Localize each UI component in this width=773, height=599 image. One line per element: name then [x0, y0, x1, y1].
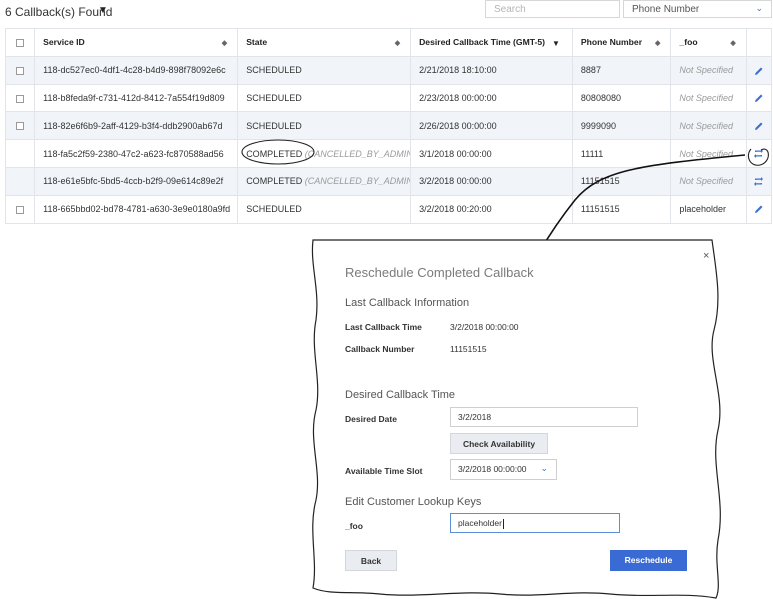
callback-number-label: Callback Number — [345, 344, 415, 354]
desired-date-input[interactable]: 3/2/2018 — [450, 407, 638, 427]
dialog-title: Reschedule Completed Callback — [345, 265, 534, 280]
check-availability-button[interactable]: Check Availability — [450, 433, 548, 454]
foo-key-value: placeholder — [458, 518, 502, 528]
foo-key-input[interactable]: placeholder — [450, 513, 620, 533]
desired-callback-section-title: Desired Callback Time — [345, 389, 456, 401]
time-slot-select[interactable]: 3/2/2018 00:00:00 ⌄ — [450, 459, 557, 480]
last-callback-time-label: Last Callback Time — [345, 322, 422, 332]
lookup-keys-section-title: Edit Customer Lookup Keys — [345, 496, 482, 508]
foo-key-label: _foo — [345, 521, 363, 531]
back-button[interactable]: Back — [345, 550, 397, 571]
close-icon[interactable]: × — [703, 250, 709, 262]
available-time-slot-label: Available Time Slot — [345, 466, 423, 476]
text-cursor — [502, 518, 504, 529]
last-callback-time-value: 3/2/2018 00:00:00 — [450, 322, 519, 332]
reschedule-dialog: × Reschedule Completed Callback Last Cal… — [0, 0, 773, 599]
desired-date-label: Desired Date — [345, 414, 397, 424]
reschedule-button[interactable]: Reschedule — [610, 550, 687, 571]
chevron-down-icon: ⌄ — [540, 463, 548, 473]
time-slot-value: 3/2/2018 00:00:00 — [458, 464, 527, 474]
callback-number-value: 11151515 — [450, 344, 487, 354]
desired-date-value: 3/2/2018 — [458, 412, 492, 422]
last-callback-section-title: Last Callback Information — [345, 297, 470, 309]
